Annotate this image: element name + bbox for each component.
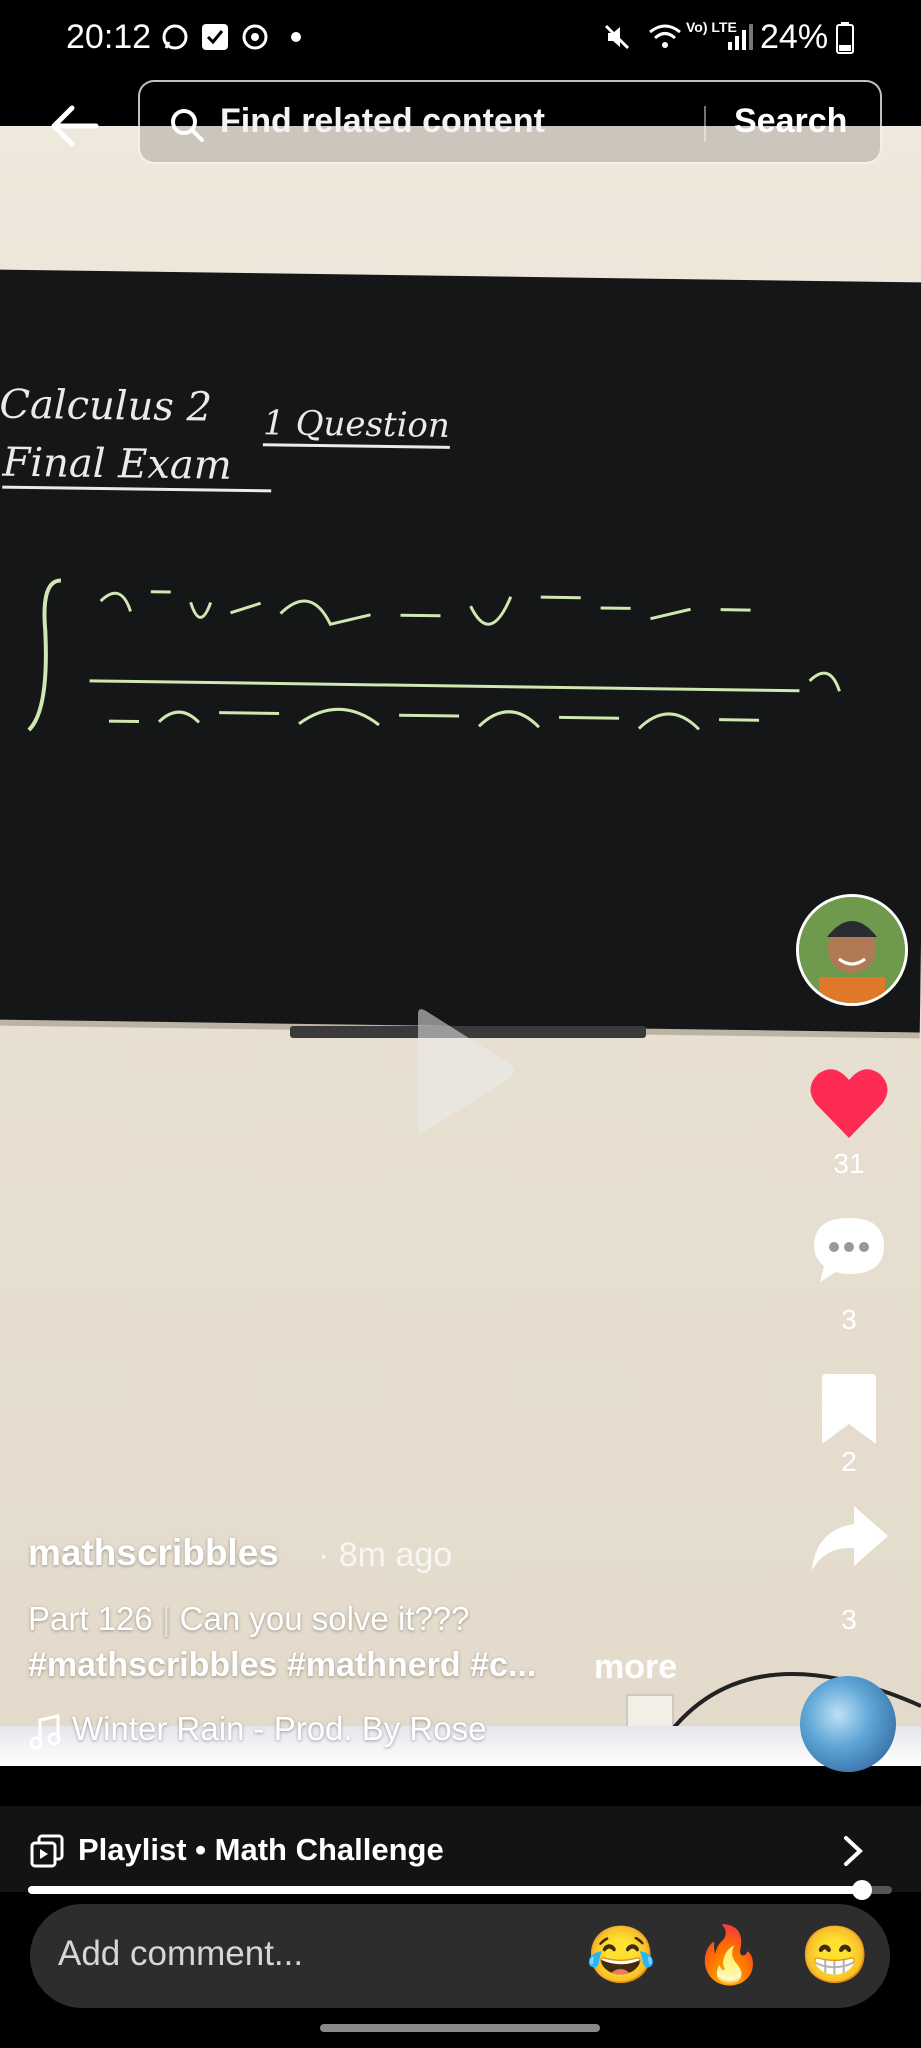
board-subtitle: Final Exam <box>2 439 273 493</box>
emoji-grin-button[interactable]: 😁 <box>800 1922 870 1988</box>
search-button[interactable]: Search <box>734 102 847 141</box>
search-input[interactable]: Find related content <box>220 102 545 141</box>
board-title: Calculus 2 <box>0 381 213 431</box>
heart-icon[interactable] <box>808 1066 890 1142</box>
comment-icon[interactable] <box>808 1212 890 1288</box>
avatar-image <box>799 897 905 1003</box>
comment-count: 3 <box>841 1304 857 1335</box>
video-player[interactable]: Calculus 2 Final Exam 1 Question <box>0 126 921 1766</box>
signal-icon <box>728 24 753 50</box>
mute-icon <box>604 24 630 50</box>
save-count: 2 <box>841 1446 857 1477</box>
more-link[interactable]: more <box>594 1648 677 1687</box>
progress-handle[interactable] <box>852 1880 872 1900</box>
board-note: 1 Question <box>262 403 451 449</box>
post-time: · 8m ago <box>318 1536 453 1574</box>
caption-part: Part 126 <box>28 1600 153 1637</box>
whatsapp-icon <box>162 24 188 50</box>
battery-percent: 24% <box>760 18 829 56</box>
emoji-fire-button[interactable]: 🔥 <box>694 1922 764 1988</box>
wifi-icon <box>649 24 681 48</box>
like-count: 31 <box>833 1148 865 1179</box>
author-username[interactable]: mathscribbles <box>28 1532 279 1574</box>
progress-fill <box>28 1886 858 1894</box>
emoji-laughing-button[interactable]: 😂 <box>586 1922 656 1988</box>
check-mail-icon <box>202 24 228 50</box>
comment-input[interactable]: Add comment... <box>58 1934 303 1974</box>
caption-divider: | <box>161 1600 171 1637</box>
music-title[interactable]: Winter Rain - Prod. By Rose <box>72 1710 486 1748</box>
author-avatar[interactable] <box>796 894 908 1006</box>
home-indicator[interactable] <box>320 2024 600 2032</box>
integral-formula <box>27 578 841 732</box>
playlist-label[interactable]: Playlist • Math Challenge <box>78 1832 444 1868</box>
share-icon[interactable] <box>808 1502 890 1574</box>
caption-text: Can you solve it??? <box>179 1600 470 1637</box>
status-time: 20:12 <box>66 18 152 56</box>
music-note-icon <box>29 1714 61 1750</box>
blackboard: Calculus 2 Final Exam 1 Question <box>0 269 921 1033</box>
search-icon <box>171 109 204 142</box>
share-count: 3 <box>841 1604 857 1635</box>
play-icon[interactable] <box>408 1006 518 1136</box>
search-divider <box>704 106 706 142</box>
post-caption: Part 126 | Can you solve it??? <box>28 1600 470 1638</box>
dot-icon <box>291 32 301 42</box>
chevron-right-icon[interactable] <box>842 1834 864 1868</box>
battery-icon <box>836 22 854 54</box>
playlist-icon <box>30 1834 64 1868</box>
sync-icon <box>242 24 268 50</box>
bookmark-icon[interactable] <box>818 1370 880 1448</box>
post-hashtags[interactable]: #mathscribbles #mathnerd #c... <box>28 1646 536 1685</box>
music-disc[interactable] <box>800 1676 896 1772</box>
back-arrow-icon[interactable] <box>48 100 100 152</box>
